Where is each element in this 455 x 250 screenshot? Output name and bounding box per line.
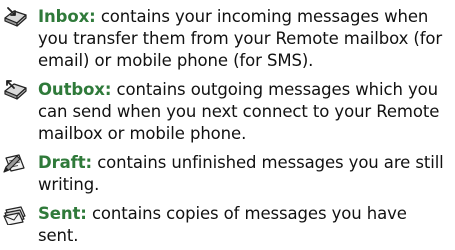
draft-icon <box>2 152 28 174</box>
list-item-text: Sent: contains copies of messages you ha… <box>38 203 447 247</box>
list-item-outbox: Outbox: contains outgoing messages which… <box>2 79 447 145</box>
term-description: contains your incoming messages when you… <box>38 7 443 70</box>
list-item-sent: Sent: contains copies of messages you ha… <box>2 203 447 247</box>
term-description: contains unfinished messages you are sti… <box>38 153 444 194</box>
term-label: Inbox: <box>38 7 96 26</box>
term-label: Outbox: <box>38 80 112 99</box>
list-item-inbox: Inbox: contains your incoming messages w… <box>2 6 447 72</box>
outbox-icon <box>2 79 28 101</box>
list-item-draft: Draft: contains unfinished messages you … <box>2 152 447 196</box>
list-item-text: Inbox: contains your incoming messages w… <box>38 6 447 72</box>
folder-description-list: Inbox: contains your incoming messages w… <box>0 0 455 250</box>
list-item-text: Outbox: contains outgoing messages which… <box>38 79 447 145</box>
term-description: contains copies of messages you have sen… <box>38 204 407 245</box>
list-item-text: Draft: contains unfinished messages you … <box>38 152 447 196</box>
inbox-icon <box>2 6 28 28</box>
term-label: Draft: <box>38 153 93 172</box>
sent-icon <box>2 203 28 225</box>
term-label: Sent: <box>38 204 87 223</box>
